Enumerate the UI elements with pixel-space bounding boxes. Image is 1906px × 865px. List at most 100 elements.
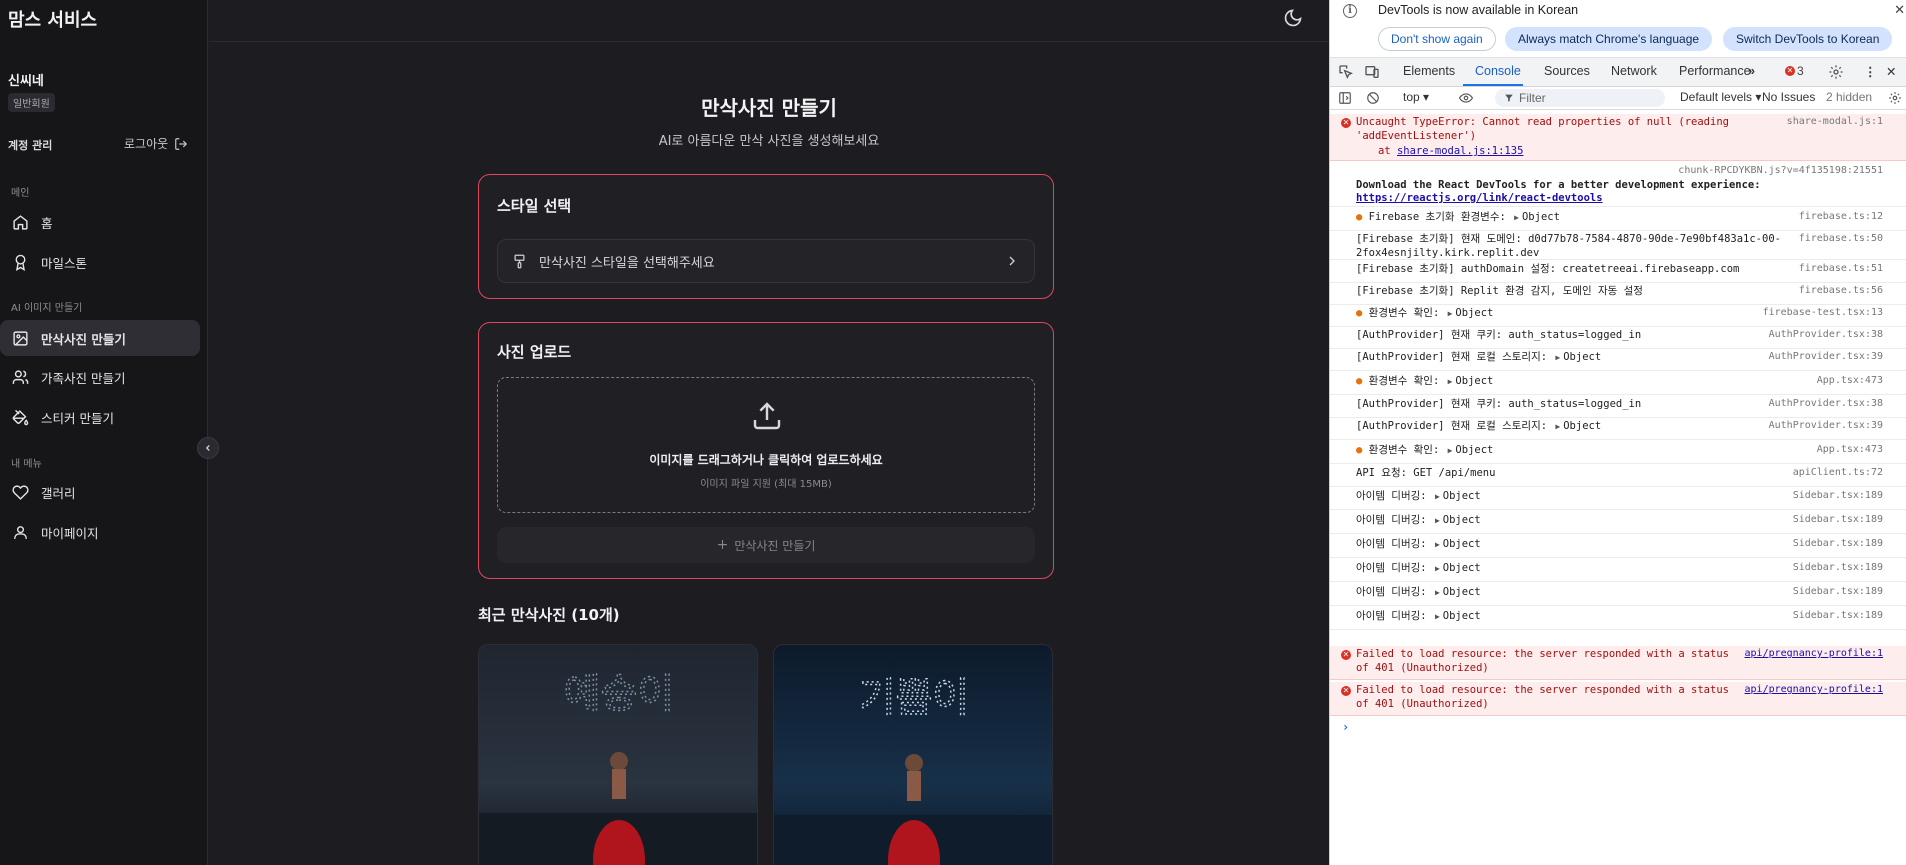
close-icon[interactable]: ✕	[1894, 2, 1905, 18]
dont-show-again-button[interactable]: Don't show again	[1378, 27, 1496, 51]
sidebar-item-label: 홈	[41, 215, 53, 231]
sidebar-item-label: 스티커 만들기	[41, 410, 114, 426]
tab-elements[interactable]: Elements	[1403, 64, 1455, 78]
moon-icon[interactable]	[1283, 8, 1303, 28]
source-link[interactable]: Sidebar.tsx:189	[1793, 562, 1883, 573]
recent-photo-thumb[interactable]: 기쁨이	[773, 644, 1053, 865]
upload-dropzone[interactable]: 이미지를 드래그하거나 클릭하여 업로드하세요 이미지 파일 지원 (최대 15…	[497, 377, 1035, 513]
recent-photo-thumb[interactable]: 예승이	[478, 644, 758, 865]
brand-title[interactable]: 맘스 서비스	[8, 6, 97, 32]
object-expander[interactable]: Object	[1455, 307, 1493, 319]
sidebar-item-family[interactable]: 가족사진 만들기	[0, 359, 200, 395]
log-levels-dropdown[interactable]: Default levels ▾	[1680, 90, 1761, 104]
issues-button[interactable]: No Issues	[1762, 90, 1815, 104]
object-expander[interactable]: Object	[1563, 420, 1601, 432]
react-devtools-link[interactable]: https://reactjs.org/link/react-devtools	[1356, 192, 1603, 206]
source-link[interactable]: App.tsx:473	[1817, 375, 1883, 386]
source-link[interactable]: App.tsx:473	[1817, 444, 1883, 455]
object-expander[interactable]: Object	[1443, 538, 1481, 550]
console-log-row: ● Firebase 초기화 환경변수: ▶ Object firebase.ts…	[1330, 209, 1906, 231]
console-log-row: [AuthProvider] 현재 로컬 스토리지: ▶ Object AuthP…	[1330, 418, 1906, 440]
sky-text: 예승이	[564, 671, 674, 717]
eye-icon[interactable]	[1458, 91, 1474, 105]
source-link[interactable]: chunk-RPCDYKBN.js?v=4f135198:21551	[1678, 165, 1883, 176]
hidden-count: 2 hidden	[1826, 90, 1873, 104]
sidebar-toggle-icon[interactable]	[1338, 91, 1352, 105]
source-link[interactable]: Sidebar.tsx:189	[1793, 514, 1883, 525]
source-link[interactable]: AuthProvider.tsx:38	[1769, 398, 1883, 409]
source-link[interactable]: firebase.ts:12	[1799, 211, 1883, 222]
console-message: [AuthProvider] 현재 쿠키: auth_status=logged…	[1356, 329, 1642, 341]
tab-sources[interactable]: Sources	[1544, 64, 1590, 78]
sidebar-item-sticker[interactable]: 스티커 만들기	[0, 399, 200, 435]
source-link[interactable]: share-modal.js:1	[1787, 116, 1883, 127]
stack-link[interactable]: share-modal.js:1:135	[1397, 145, 1523, 157]
object-expander[interactable]: Object	[1563, 351, 1601, 363]
more-tabs-icon[interactable]: »	[1748, 64, 1755, 78]
sidebar-item-mypage[interactable]: 마이페이지	[0, 514, 200, 550]
sidebar-item-milestone[interactable]: 마일스톤	[0, 244, 200, 280]
account-manage-link[interactable]: 계정 관리	[8, 137, 52, 153]
device-toolbar-icon[interactable]	[1364, 64, 1380, 80]
close-devtools-icon[interactable]: ✕	[1886, 64, 1896, 79]
source-link[interactable]: firebase.ts:51	[1799, 263, 1883, 274]
source-link[interactable]: Sidebar.tsx:189	[1793, 586, 1883, 597]
clear-console-icon[interactable]	[1366, 91, 1380, 105]
console-filter-input[interactable]: Filter	[1495, 89, 1665, 107]
source-link[interactable]: Sidebar.tsx:189	[1793, 610, 1883, 621]
source-link[interactable]: Sidebar.tsx:189	[1793, 490, 1883, 501]
source-link[interactable]: firebase.ts:56	[1799, 285, 1883, 296]
style-select-button[interactable]: 만삭사진 스타일을 선택해주세요	[497, 239, 1035, 283]
image-plus-icon	[13, 330, 28, 346]
object-expander[interactable]: Object	[1443, 490, 1481, 502]
paint-bucket-icon	[12, 409, 29, 425]
source-link[interactable]: firebase.ts:50	[1799, 233, 1883, 244]
object-expander[interactable]: Object	[1443, 514, 1481, 526]
page-subtitle: AI로 아름다운 만삭 사진을 생성해보세요	[658, 134, 880, 149]
console-prompt-icon[interactable]: ›	[1342, 720, 1349, 734]
tab-network[interactable]: Network	[1611, 64, 1657, 78]
object-expander[interactable]: Object	[1443, 610, 1481, 622]
tab-performance[interactable]: Performance	[1679, 64, 1751, 78]
object-expander[interactable]: Object	[1455, 375, 1493, 387]
context-selector[interactable]: top ▾	[1403, 90, 1429, 104]
infobar-message: DevTools is now available in Korean	[1378, 3, 1579, 17]
switch-to-korean-button[interactable]: Switch DevTools to Korean	[1723, 27, 1893, 51]
console-settings-icon[interactable]	[1888, 91, 1902, 105]
source-link[interactable]: AuthProvider.tsx:39	[1769, 420, 1883, 431]
object-expander[interactable]: Object	[1522, 211, 1560, 223]
source-link[interactable]: api/pregnancy-profile:1	[1745, 684, 1883, 695]
source-link[interactable]: firebase-test.tsx:13	[1763, 307, 1883, 318]
tab-console[interactable]: Console	[1475, 64, 1521, 78]
sidebar-item-home[interactable]: 홈	[0, 204, 200, 240]
create-maternity-button[interactable]: + 만삭사진 만들기	[497, 527, 1035, 563]
source-link[interactable]: api/pregnancy-profile:1	[1745, 648, 1883, 659]
console-message: API 요청: GET /api/menu	[1356, 467, 1496, 479]
source-link[interactable]: Sidebar.tsx:189	[1793, 538, 1883, 549]
object-expander[interactable]: Object	[1443, 586, 1481, 598]
console-message: 아이템 디버깅: ▶ Object	[1356, 538, 1481, 550]
always-match-language-button[interactable]: Always match Chrome's language	[1505, 27, 1713, 51]
devtools-tabs: Elements Console Sources Network Perform…	[1330, 58, 1906, 87]
object-expander[interactable]: Object	[1455, 444, 1493, 456]
console-message: [Firebase 초기화] authDomain 설정: createtree…	[1356, 263, 1740, 275]
sidebar-item-maternity[interactable]: 만삭사진 만들기	[0, 320, 200, 356]
source-link[interactable]: apiClient.ts:72	[1793, 467, 1883, 478]
stack-line: at share-modal.js:1:135	[1378, 145, 1523, 159]
kebab-menu-icon[interactable]: ⋮	[1864, 64, 1877, 79]
sidebar-item-gallery[interactable]: 갤러리	[0, 474, 200, 510]
source-link[interactable]: AuthProvider.tsx:38	[1769, 329, 1883, 340]
active-tab-indicator	[1463, 84, 1523, 86]
logout-button[interactable]: 로그아웃	[124, 135, 188, 152]
devtools-panel: i DevTools is now available in Korean ✕ …	[1329, 0, 1906, 865]
sidebar: 맘스 서비스 신씨네 일반회원 계정 관리 로그아웃 메인 홈 마일스톤 AI …	[0, 0, 208, 865]
settings-gear-icon[interactable]	[1828, 64, 1844, 80]
source-link[interactable]: AuthProvider.tsx:39	[1769, 351, 1883, 362]
object-expander[interactable]: Object	[1443, 562, 1481, 574]
section-mine-label: 내 메뉴	[11, 459, 42, 470]
fire-emoji-icon: ●	[1356, 444, 1363, 456]
console-message: Download the React DevTools for a better…	[1356, 179, 1761, 191]
console-message: [Firebase 초기화] 현재 도메인: d0d77b78-7584-487…	[1356, 233, 1781, 259]
error-count-badge[interactable]: ✕ 3	[1785, 64, 1804, 78]
inspect-element-icon[interactable]	[1338, 64, 1354, 80]
